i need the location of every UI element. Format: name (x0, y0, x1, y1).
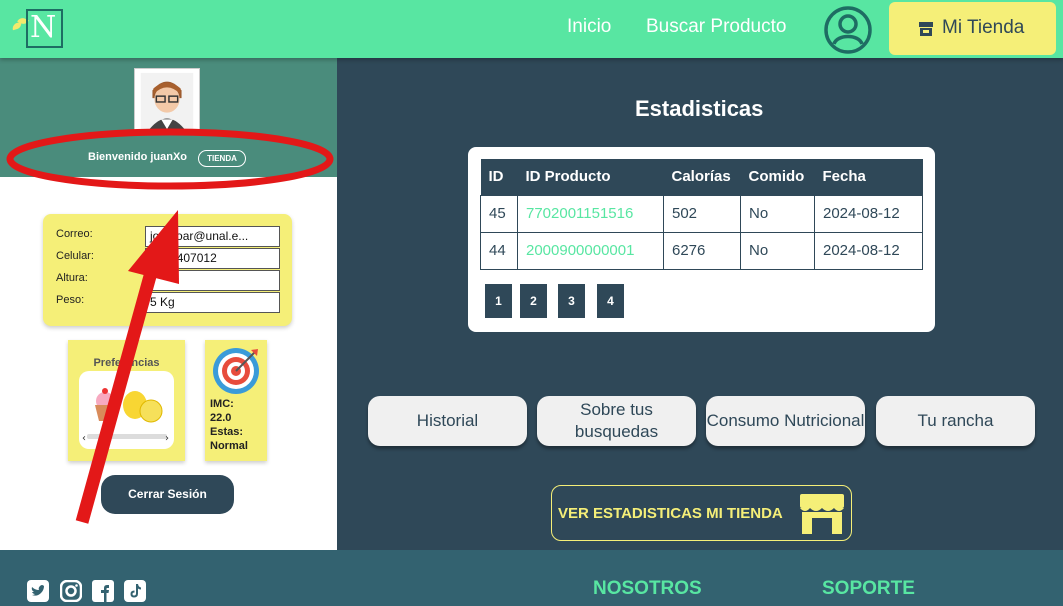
avatar (134, 68, 200, 134)
nav-link-buscar-producto[interactable]: Buscar Producto (646, 16, 786, 38)
cell-eaten: No (740, 194, 815, 233)
welcome-text: Bienvenido juanXo (88, 151, 188, 163)
weight-field[interactable]: 5 Kg (145, 292, 280, 313)
col-product-id: ID Producto (517, 159, 664, 195)
store-stats-button[interactable]: VER ESTADISTICAS MI TIENDA (551, 485, 852, 541)
product-link[interactable]: 2000900000001 (517, 231, 664, 270)
logo-letter: N (30, 10, 57, 45)
page-button-1[interactable]: 1 (485, 284, 512, 318)
profile-panel: Bienvenido juanXo TIENDA Correo: Celular… (0, 58, 337, 550)
page-button-4[interactable]: 4 (597, 284, 624, 318)
cell-date: 2024-08-12 (814, 194, 923, 233)
col-eaten: Comido (740, 159, 815, 195)
facebook-icon[interactable] (92, 580, 114, 602)
table-row: 44 2000900000001 6276 No 2024-08-12 (480, 231, 923, 270)
status-value: Normal (210, 440, 248, 452)
mi-tienda-button[interactable]: Mi Tienda (889, 2, 1056, 55)
user-info-card: Correo: Celular: Altura: Peso: jo enoar@… (43, 214, 292, 326)
footer: NOSOTROS SOPORTE (0, 550, 1063, 606)
phone-field[interactable]: 3224407012 (145, 248, 280, 269)
email-label: Correo: (56, 228, 93, 240)
status-badge: TIENDA (198, 150, 246, 167)
imc-label: IMC: (210, 398, 234, 410)
product-link[interactable]: 7702001151516 (517, 194, 664, 233)
user-profile-icon[interactable] (823, 5, 873, 55)
preferences-title: Preferencias (93, 357, 160, 369)
nav-link-inicio[interactable]: Inicio (567, 16, 611, 38)
footer-heading-nosotros[interactable]: NOSOTROS (593, 578, 702, 600)
page-button-2[interactable]: 2 (520, 284, 547, 318)
imc-value: 22.0 (210, 412, 232, 424)
logo[interactable]: N (10, 8, 64, 50)
preferences-card[interactable]: Preferencias ‹ › (68, 340, 185, 461)
col-id: ID (480, 159, 518, 195)
table-row: 45 7702001151516 502 No 2024-08-12 (480, 194, 923, 233)
logout-button[interactable]: Cerrar Sesión (101, 475, 234, 514)
streak-button[interactable]: Tu rancha (876, 396, 1035, 446)
table-header-row: ID ID Producto Calorías Comido Fecha (480, 159, 923, 195)
target-icon (213, 348, 259, 394)
historial-button[interactable]: Historial (368, 396, 527, 446)
col-calories: Calorías (663, 159, 741, 195)
cell-calories: 502 (663, 194, 741, 233)
top-navbar: N Inicio Buscar Producto Mi Tienda (0, 0, 1063, 58)
tiktok-icon[interactable] (124, 580, 146, 602)
page-title: Estadisticas (635, 96, 764, 121)
stats-table: ID ID Producto Calorías Comido Fecha 45 … (480, 159, 923, 270)
food-icons: ‹ › (82, 388, 169, 444)
avatar-image (140, 72, 194, 130)
cell-id: 45 (480, 194, 518, 233)
store-icon (800, 494, 844, 534)
cell-calories: 6276 (663, 231, 741, 270)
footer-heading-soporte[interactable]: SOPORTE (822, 578, 915, 600)
preferences-carousel[interactable]: ‹ › (79, 371, 174, 449)
imc-card: IMC: 22.0 Estas: Normal (205, 340, 267, 461)
store-stats-label: VER ESTADISTICAS MI TIENDA (558, 505, 783, 522)
instagram-icon[interactable] (60, 580, 82, 602)
nutrition-button[interactable]: Consumo Nutricional (706, 396, 865, 446)
stats-table-card: ID ID Producto Calorías Comido Fecha 45 … (468, 147, 935, 332)
height-label: Altura: (56, 272, 88, 284)
svg-text:›: › (165, 433, 169, 444)
cell-date: 2024-08-12 (814, 231, 923, 270)
email-field[interactable]: jo enoar@unal.e... (145, 226, 280, 247)
col-date: Fecha (814, 159, 923, 195)
cell-eaten: No (740, 231, 815, 270)
profile-header: Bienvenido juanXo TIENDA (0, 58, 337, 177)
store-icon (919, 22, 933, 36)
page-button-3[interactable]: 3 (558, 284, 585, 318)
phone-label: Celular: (56, 250, 94, 262)
height-field[interactable] (145, 270, 280, 291)
twitter-icon[interactable] (27, 580, 49, 602)
svg-text:‹: ‹ (82, 433, 86, 444)
weight-label: Peso: (56, 294, 85, 306)
cell-id: 44 (480, 231, 518, 270)
status-label: Estas: (210, 426, 244, 438)
mi-tienda-label: Mi Tienda (942, 17, 1025, 38)
search-stats-button[interactable]: Sobre tus busquedas (537, 396, 696, 446)
